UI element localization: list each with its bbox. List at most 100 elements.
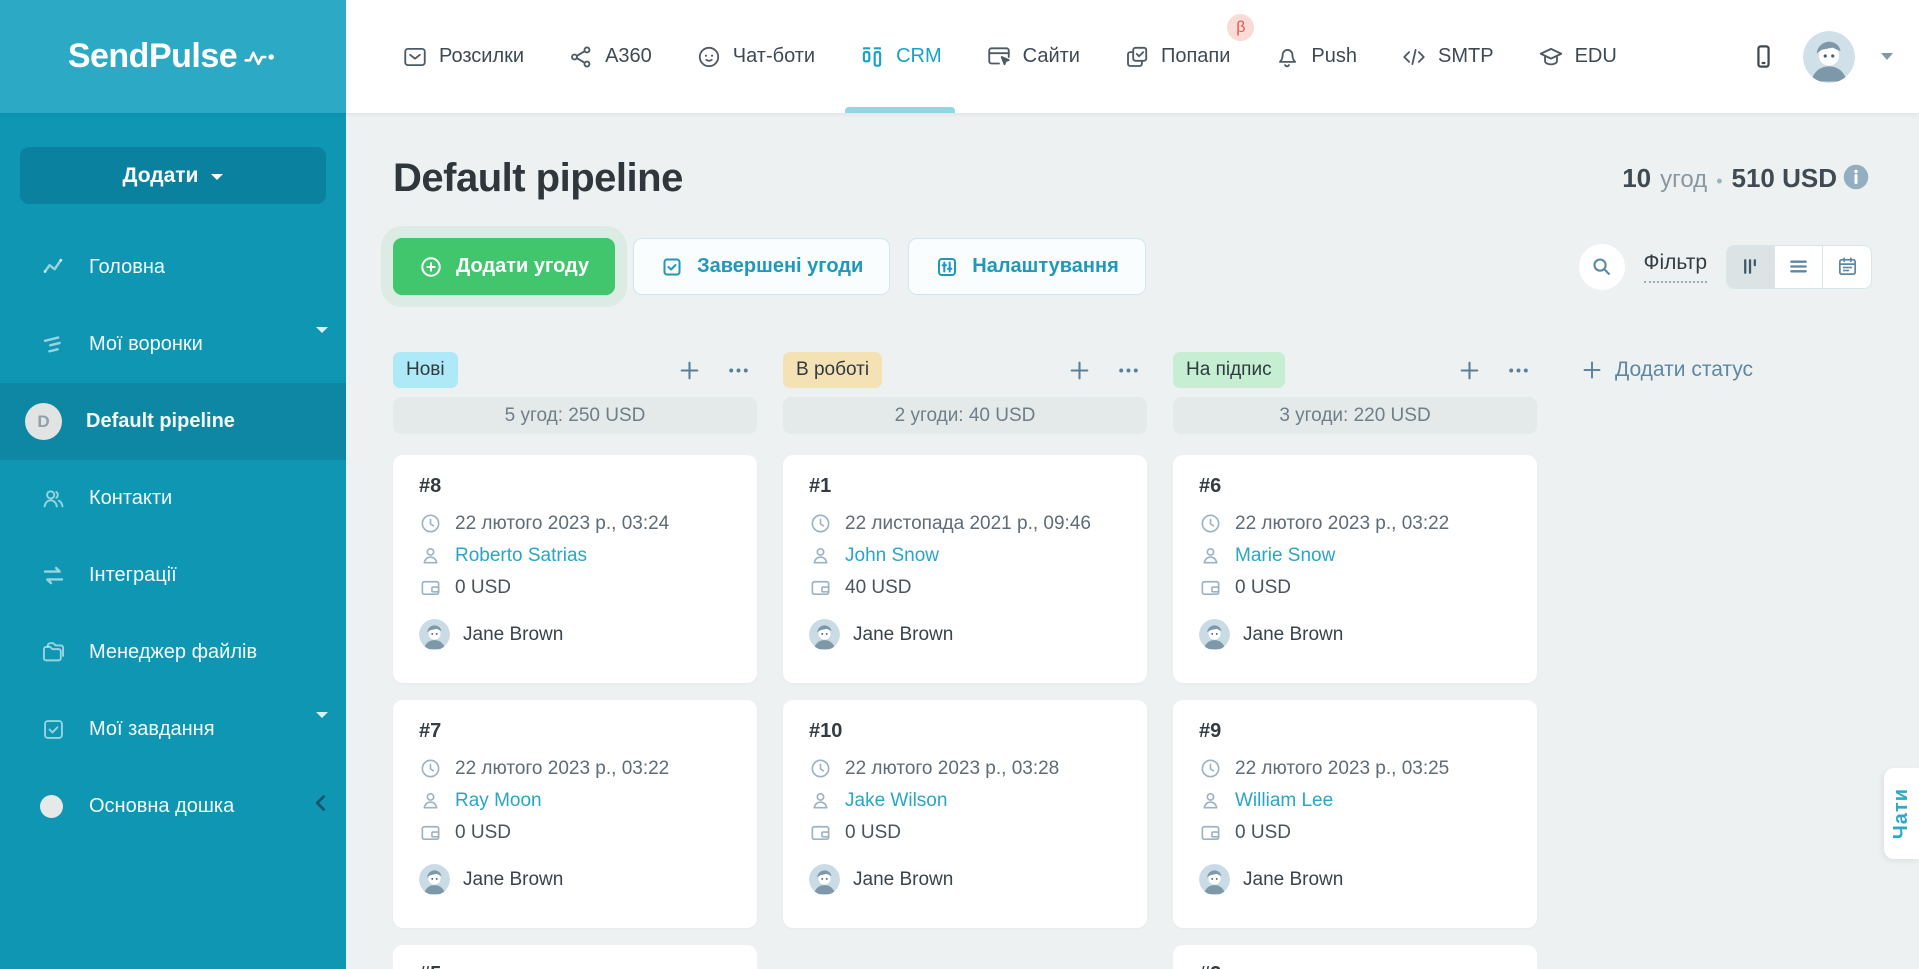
deal-id: #8 <box>419 475 731 498</box>
pipeline-stats: 10 угод • 510 USD <box>1622 163 1837 194</box>
nav-item-chatbots[interactable]: Чат-боти <box>696 0 815 113</box>
sidebar-item-label: Default pipeline <box>86 410 235 433</box>
deal-contact-link[interactable]: Marie Snow <box>1235 545 1335 567</box>
sidebar-item-integrations[interactable]: Інтеграції <box>0 537 346 614</box>
folder-icon <box>40 639 67 666</box>
owner-avatar <box>809 619 840 650</box>
contacts-icon <box>40 485 67 512</box>
add-status-button[interactable]: Додати статус <box>1580 350 1753 382</box>
sidebar-item-file-manager[interactable]: Менеджер файлів <box>0 614 346 691</box>
view-switcher <box>1726 245 1872 289</box>
add-button[interactable]: Додати <box>20 147 326 204</box>
nav-item-push[interactable]: Push <box>1274 0 1357 113</box>
add-card-icon[interactable] <box>1067 358 1092 383</box>
user-avatar[interactable] <box>1803 31 1855 83</box>
deal-amount: 0 USD <box>455 577 511 599</box>
nav-item-a360[interactable]: A360 <box>568 0 652 113</box>
search-icon[interactable] <box>1579 244 1625 290</box>
owner-name: Jane Brown <box>463 869 563 891</box>
nav-item-mailings[interactable]: Розсилки <box>402 0 524 113</box>
clock-icon <box>809 757 832 780</box>
sendpulse-logo[interactable]: SendPulse <box>0 0 346 113</box>
nav-item-edu[interactable]: EDU <box>1538 0 1617 113</box>
nav-label: CRM <box>896 45 942 68</box>
deal-contact-link[interactable]: Roberto Satrias <box>455 545 587 567</box>
column-menu-icon[interactable] <box>726 358 751 383</box>
sidebar-item-contacts[interactable]: Контакти <box>0 460 346 537</box>
status-badge[interactable]: Нові <box>393 352 458 388</box>
pulse-icon <box>244 46 278 68</box>
column-summary: 3 угоди: 220 USD <box>1173 397 1537 434</box>
column-header: На підпис <box>1173 350 1537 390</box>
settings-button[interactable]: Налаштування <box>908 238 1145 295</box>
deal-card[interactable]: #9 22 лютого 2023 р., 03:25 William Lee … <box>1173 700 1537 928</box>
deal-date: 22 лютого 2023 р., 03:24 <box>455 513 669 535</box>
column-menu-icon[interactable] <box>1116 358 1141 383</box>
nav-item-crm[interactable]: CRM <box>859 0 942 113</box>
chats-side-tab[interactable]: Чати <box>1884 768 1919 859</box>
wallet-icon <box>419 821 442 844</box>
nav-item-sites[interactable]: Сайти <box>986 0 1080 113</box>
caret-down-icon <box>316 718 328 741</box>
status-badge[interactable]: На підпис <box>1173 352 1285 388</box>
clock-icon <box>419 757 442 780</box>
nav-label: SMTP <box>1438 45 1494 68</box>
deal-amount: 40 USD <box>845 577 912 599</box>
person-icon <box>1199 544 1222 567</box>
add-card-icon[interactable] <box>1457 358 1482 383</box>
sidebar-item-label: Основна дошка <box>89 795 234 818</box>
account-menu-caret-icon[interactable] <box>1881 53 1893 60</box>
deal-card-partial[interactable]: #5 <box>393 945 757 969</box>
top-bar: SendPulse Розсилки A360 Чат-боти <box>0 0 1919 113</box>
filter-link[interactable]: Фільтр <box>1644 251 1707 283</box>
deal-date: 22 лютого 2023 р., 03:22 <box>1235 513 1449 535</box>
info-icon[interactable] <box>1842 163 1870 191</box>
person-icon <box>809 544 832 567</box>
kanban-view-button[interactable] <box>1727 246 1775 288</box>
bell-icon <box>1274 44 1300 70</box>
deal-count-label: угод <box>1660 166 1707 194</box>
sidebar-item-my-tasks[interactable]: Мої завдання <box>0 691 346 768</box>
sidebar-item-label: Мої воронки <box>89 333 203 356</box>
collapse-sidebar-icon[interactable] <box>308 790 334 816</box>
owner-name: Jane Brown <box>853 624 953 646</box>
calendar-view-button[interactable] <box>1823 246 1871 288</box>
add-card-icon[interactable] <box>677 358 702 383</box>
deal-card[interactable]: #1 22 листопада 2021 р., 09:46 John Snow… <box>783 455 1147 683</box>
deal-contact-link[interactable]: William Lee <box>1235 790 1333 812</box>
list-view-button[interactable] <box>1775 246 1823 288</box>
deal-card-partial[interactable]: #2 <box>1173 945 1537 969</box>
deal-card[interactable]: #8 22 лютого 2023 р., 03:24 Roberto Satr… <box>393 455 757 683</box>
nav-label: A360 <box>605 45 652 68</box>
deal-contact-link[interactable]: John Snow <box>845 545 939 567</box>
nav-item-smtp[interactable]: SMTP <box>1401 0 1494 113</box>
main-nav: Розсилки A360 Чат-боти CRM Сайти <box>402 0 1617 113</box>
deal-id: #2 <box>1199 963 1511 969</box>
completed-deals-button[interactable]: Завершені угоди <box>633 238 890 295</box>
deal-contact-link[interactable]: Jake Wilson <box>845 790 947 812</box>
deal-card[interactable]: #10 22 лютого 2023 р., 03:28 Jake Wilson… <box>783 700 1147 928</box>
deal-card[interactable]: #6 22 лютого 2023 р., 03:22 Marie Snow 0… <box>1173 455 1537 683</box>
owner-avatar <box>419 864 450 895</box>
person-icon <box>1199 789 1222 812</box>
deal-card[interactable]: #7 22 лютого 2023 р., 03:22 Ray Moon 0 U… <box>393 700 757 928</box>
chatbot-icon <box>696 44 722 70</box>
deal-contact-link[interactable]: Ray Moon <box>455 790 542 812</box>
deal-amount: 0 USD <box>1235 577 1291 599</box>
pipeline-letter-avatar: D <box>25 403 62 440</box>
phone-icon[interactable] <box>1750 43 1777 70</box>
sidebar-item-my-funnels[interactable]: Мої воронки <box>0 306 346 383</box>
page-title: Default pipeline <box>393 156 683 201</box>
sidebar-item-default-pipeline[interactable]: D Default pipeline <box>0 383 346 460</box>
nav-label: Попапи <box>1161 45 1230 68</box>
caret-down-icon <box>316 333 328 356</box>
nav-label: Розсилки <box>439 45 524 68</box>
status-badge[interactable]: В роботі <box>783 352 882 388</box>
column-new: Нові 5 угод: 250 USD #8 22 лютого 2023 р… <box>393 350 757 969</box>
sidebar-item-main-board[interactable]: Основна дошка <box>0 768 346 845</box>
add-deal-button[interactable]: Додати угоду <box>393 238 615 295</box>
column-header: Нові <box>393 350 757 390</box>
nav-item-popups[interactable]: Попапи β <box>1124 0 1230 113</box>
column-menu-icon[interactable] <box>1506 358 1531 383</box>
sidebar-item-home[interactable]: Головна <box>0 229 346 306</box>
